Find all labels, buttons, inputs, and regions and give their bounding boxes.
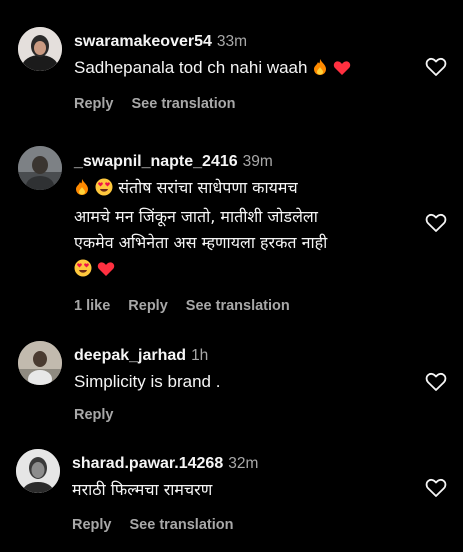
username[interactable]: deepak_jarhad [74,347,186,364]
reply-button[interactable]: Reply [74,96,114,112]
comment-text: संतोष सरांचा साधेपणा कायमच आमचे मन जिंकू… [74,175,403,285]
see-translation-button[interactable]: See translation [130,517,234,533]
comment-header: swaramakeover54 33m [74,32,403,52]
like-heart-icon[interactable] [425,57,447,77]
comment-line [74,256,403,285]
like-heart-icon[interactable] [425,478,447,498]
heart-eyes-emoji [74,259,92,285]
red-heart-emoji [333,58,351,83]
avatar[interactable] [18,146,62,190]
comment-header: deepak_jarhad 1h [74,346,403,366]
avatar-image [18,341,62,385]
username[interactable]: swaramakeover54 [74,33,212,50]
avatar[interactable] [16,449,60,493]
see-translation-button[interactable]: See translation [132,96,236,112]
comment-text: Simplicity is brand . [74,372,221,391]
timestamp: 1h [191,347,209,364]
avatar[interactable] [18,341,62,385]
comment-line: संतोष सरांचा साधेपणा कायमच [74,175,403,204]
avatar-image [16,449,60,493]
like-heart-icon[interactable] [425,372,447,392]
fire-emoji [312,58,328,83]
avatar-image [18,27,62,71]
red-heart-emoji [97,259,115,285]
reply-button[interactable]: Reply [128,298,168,314]
username[interactable]: _swapnil_napte_2416 [74,153,238,170]
timestamp: 33m [216,33,248,50]
timestamp: 39m [242,153,273,170]
comment-text-line-3: एकमेव अभिनेता अस म्हणायला हरकत नाही [74,233,328,252]
fire-emoji [74,178,90,204]
avatar-image [18,146,62,190]
reply-button[interactable]: Reply [72,517,112,533]
comment-text: मराठी फिल्मचा रामचरण [72,480,213,499]
likes-count[interactable]: 1 like [74,298,110,314]
avatar[interactable] [18,27,62,71]
comment-header: sharad.pawar.14268 32m [72,454,403,474]
comment-text-line-1: संतोष सरांचा साधेपणा कायमच [118,178,298,197]
comment-text-content: Sadhepanala tod ch nahi waah [74,58,308,77]
reply-button[interactable]: Reply [74,407,114,423]
heart-eyes-emoji [95,178,113,204]
timestamp: 32m [228,455,259,472]
username[interactable]: sharad.pawar.14268 [72,455,223,472]
see-translation-button[interactable]: See translation [186,298,290,314]
comment-header: _swapnil_napte_2416 39m [74,152,403,172]
like-heart-icon[interactable] [425,213,447,233]
comment-text: Sadhepanala tod ch nahi waah [74,55,403,83]
comment-text-line-2: आमचे मन जिंकून जातो, मातीशी जोडलेला [74,207,318,226]
